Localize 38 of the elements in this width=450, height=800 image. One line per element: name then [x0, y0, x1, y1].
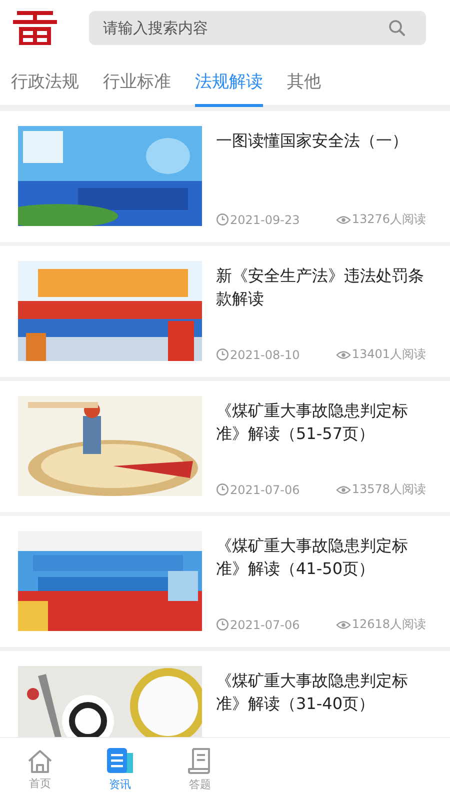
read-count: 13578人阅读	[352, 481, 426, 498]
article-card[interactable]: 《煤矿重大事故隐患判定标准》解读（31-40页）	[0, 651, 450, 737]
eye-icon	[336, 350, 351, 360]
eye-icon	[336, 214, 351, 224]
nav-item[interactable]: 资讯	[80, 746, 160, 792]
article-title: 《煤矿重大事故隐患判定标准》解读（31-40页）	[216, 670, 409, 715]
read-count: 13401人阅读	[352, 346, 426, 363]
tab[interactable]: 行政法规	[11, 56, 79, 107]
tab[interactable]: 其他	[287, 56, 321, 107]
article-title: 《煤矿重大事故隐患判定标准》解读（51-57页）	[216, 400, 409, 445]
article-card[interactable]: 新《安全生产法》违法处罚条款解读 2021-08-10 13401人阅读	[0, 246, 450, 377]
tab[interactable]: 行业标准	[103, 56, 171, 107]
search-icon[interactable]	[388, 19, 406, 37]
date-label: 2021-08-10	[230, 348, 300, 362]
home-icon	[26, 748, 54, 774]
article-title: 《煤矿重大事故隐患判定标准》解读（41-50页）	[216, 535, 409, 580]
logo-icon	[13, 10, 57, 46]
search-field[interactable]: 请输入搜索内容	[89, 11, 426, 45]
clock-icon	[216, 348, 229, 361]
date-label: 2021-07-06	[230, 482, 300, 496]
eye-icon	[336, 620, 351, 630]
read-count: 13276人阅读	[352, 211, 426, 228]
nav-item[interactable]: 答题	[160, 746, 240, 792]
eye-icon	[336, 484, 351, 494]
date-label: 2021-09-23	[230, 212, 300, 226]
clock-icon	[216, 618, 229, 631]
nav-item[interactable]: 首页	[0, 748, 80, 790]
read-count: 12618人阅读	[352, 616, 426, 633]
news-icon	[105, 746, 135, 774]
tab[interactable]: 法规解读	[195, 56, 263, 107]
article-card[interactable]: 《煤矿重大事故隐患判定标准》解读（41-50页） 2021-07-06 12618人阅读	[0, 516, 450, 647]
clock-icon	[216, 213, 229, 226]
clock-icon	[216, 483, 229, 496]
article-title: 一图读懂国家安全法（一）	[216, 130, 409, 152]
article-card[interactable]: 一图读懂国家安全法（一） 2021-09-23 13276人阅读	[0, 111, 450, 242]
article-card[interactable]: 《煤矿重大事故隐患判定标准》解读（51-57页） 2021-07-06 13578人阅读	[0, 381, 450, 512]
article-title: 新《安全生产法》违法处罚条款解读	[216, 265, 425, 310]
date-label: 2021-07-06	[230, 618, 300, 632]
